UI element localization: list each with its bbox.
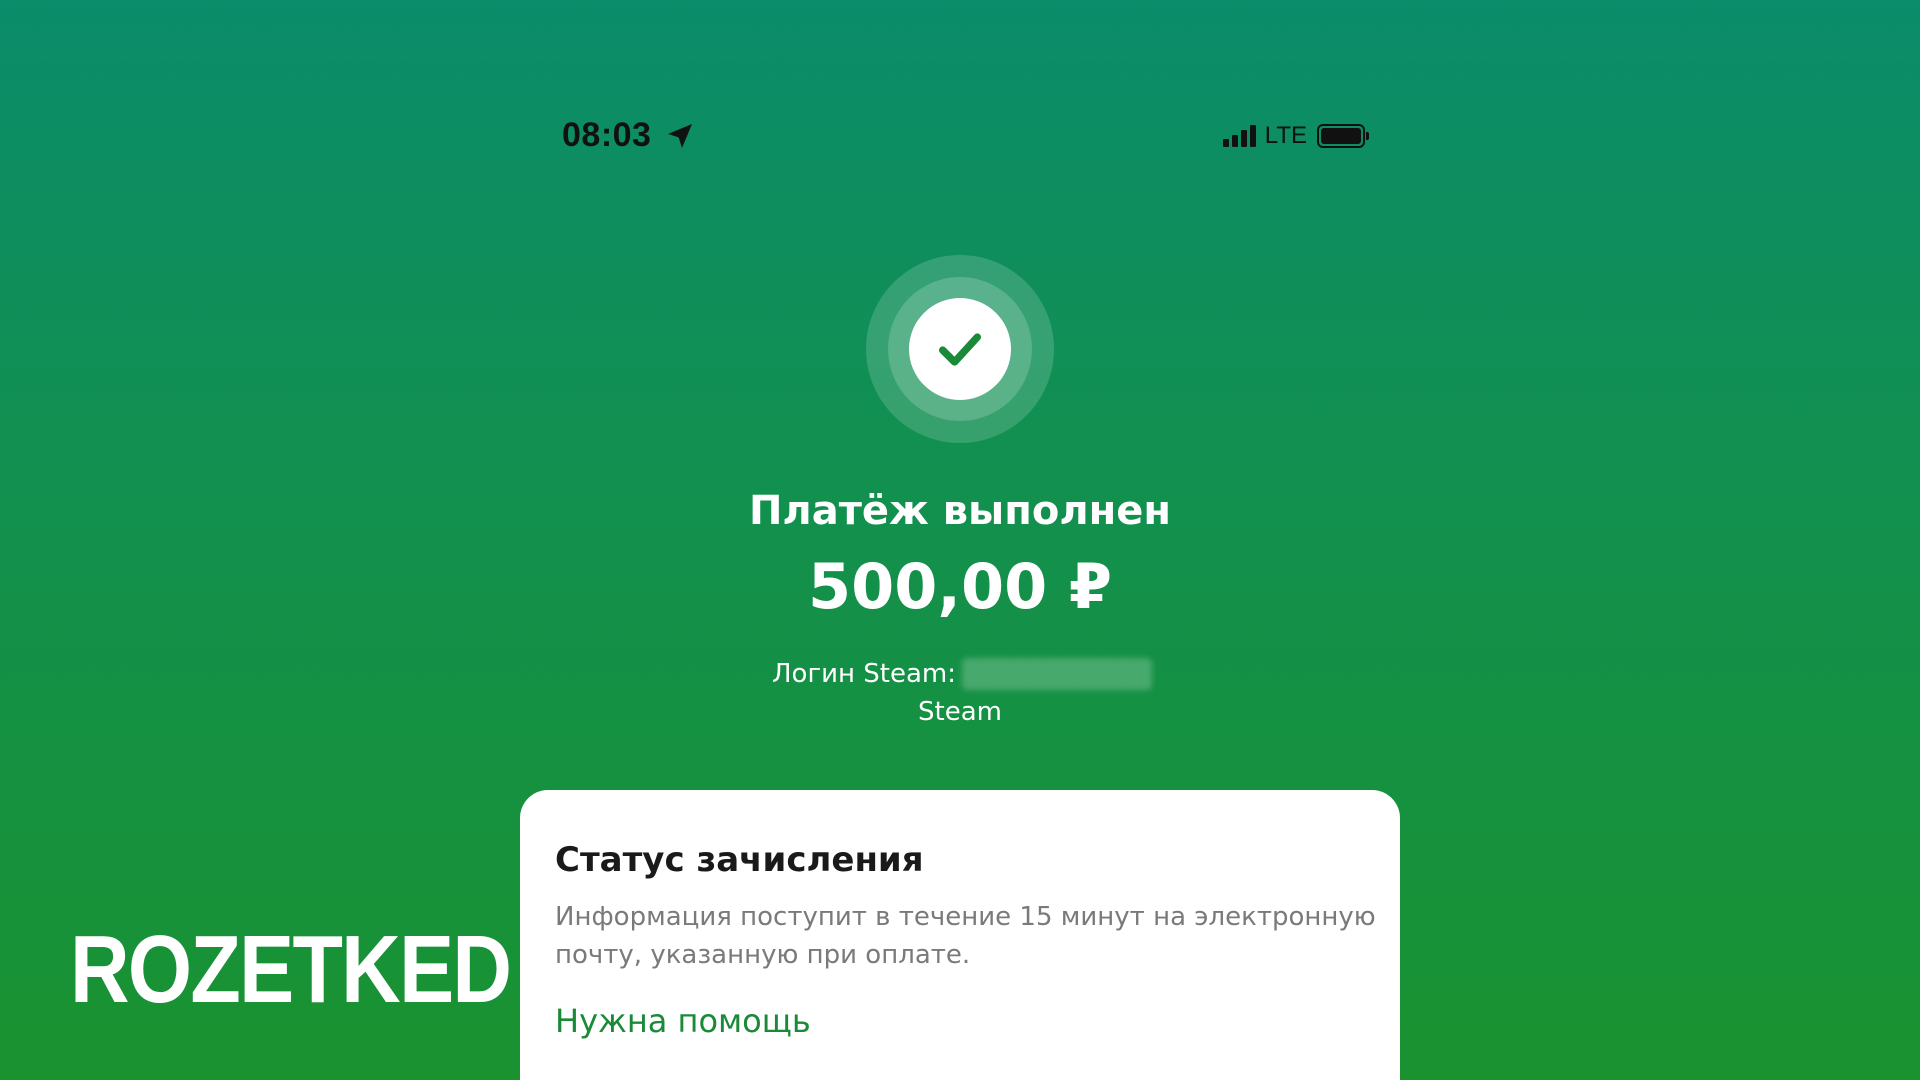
status-time: 08:03 xyxy=(562,116,652,154)
service-name: Steam xyxy=(918,697,1002,727)
steam-login-row: Логин Steam: xyxy=(772,658,1152,690)
system-indicators: LTE xyxy=(1222,120,1369,152)
status-card: Статус зачисления Информация поступит в … xyxy=(520,790,1400,1080)
payment-amount: 500,00 ₽ xyxy=(808,550,1112,623)
network-type: LTE xyxy=(1264,122,1307,149)
battery-full-icon xyxy=(1317,124,1369,148)
need-help-link[interactable]: Нужна помощь xyxy=(555,1002,811,1040)
location-arrow-icon xyxy=(668,124,692,148)
watermark-logo: ROZETKED xyxy=(70,916,512,1023)
payment-status-title: Платёж выполнен xyxy=(748,488,1172,534)
status-bar: 08:03 LTE xyxy=(560,112,1369,160)
steam-login-label: Логин Steam: xyxy=(772,659,956,689)
checkmark-icon xyxy=(938,333,982,366)
status-card-description: Информация поступит в течение 15 минут н… xyxy=(555,902,1376,970)
cellular-signal-icon xyxy=(1222,125,1259,147)
status-card-title: Статус зачисления xyxy=(555,840,924,880)
steam-login-value-redacted xyxy=(962,658,1152,690)
success-badge xyxy=(909,298,1011,400)
